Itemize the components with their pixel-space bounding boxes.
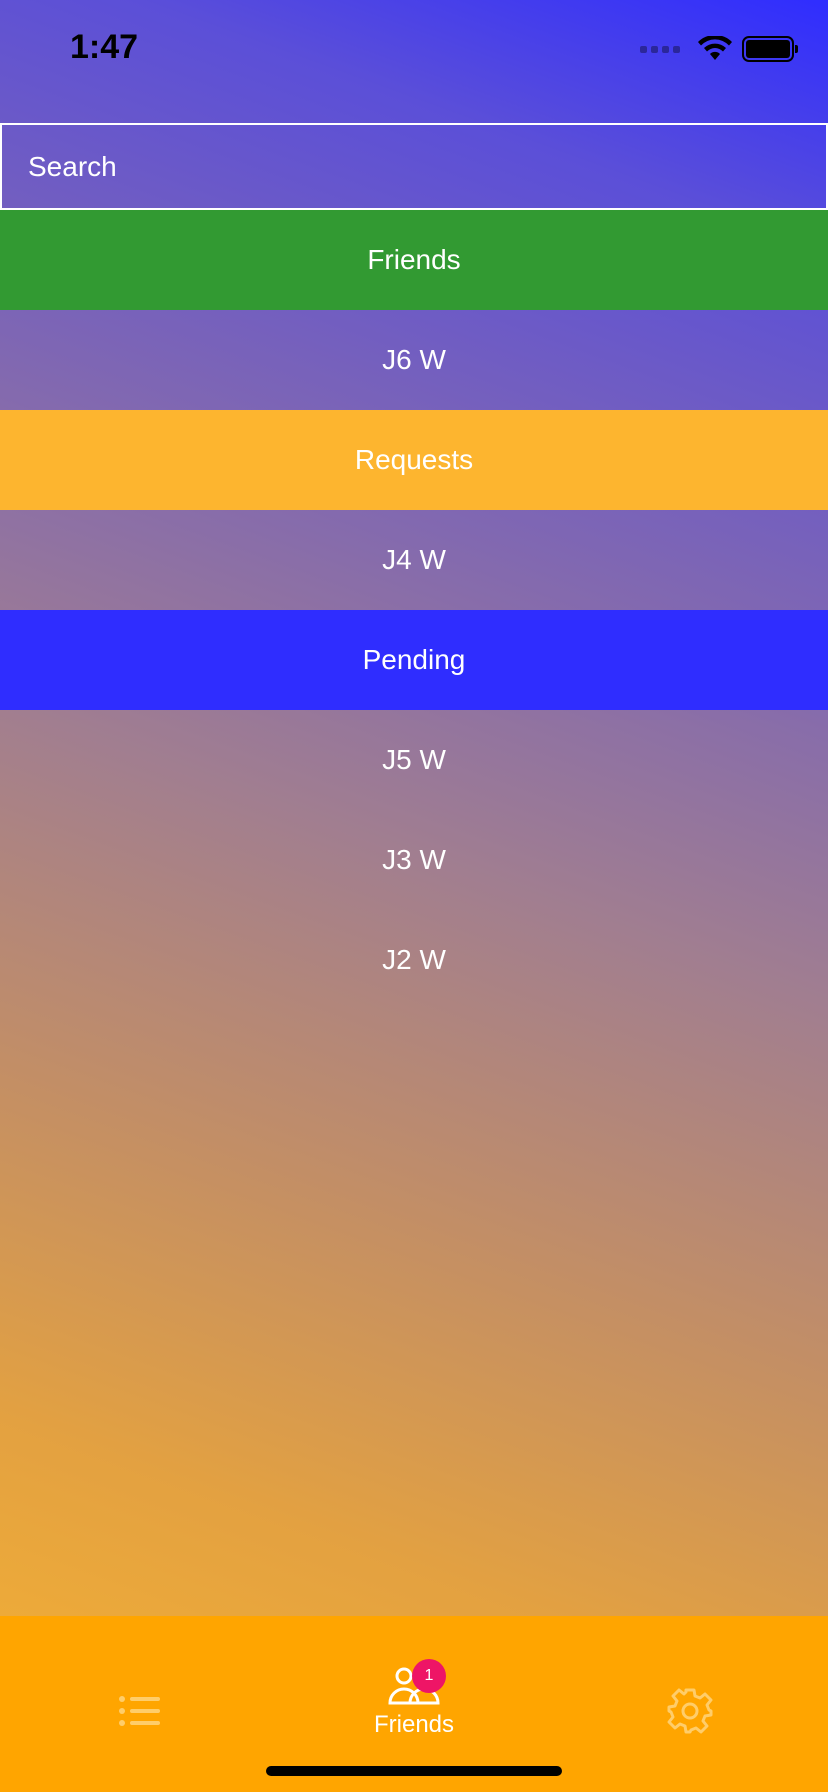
signal-icon — [640, 45, 680, 53]
status-icons — [640, 36, 798, 62]
home-indicator — [266, 1766, 562, 1776]
notification-badge: 1 — [412, 1659, 446, 1693]
wifi-icon — [698, 36, 732, 60]
list-item[interactable]: J3 W — [0, 810, 828, 910]
status-time: 1:47 — [70, 28, 139, 66]
battery-icon — [742, 36, 798, 62]
list-item[interactable]: J4 W — [0, 510, 828, 610]
list-item[interactable]: J6 W — [0, 310, 828, 410]
status-bar: 1:47 — [0, 0, 828, 110]
section-header-pending: Pending — [0, 610, 828, 710]
list-item[interactable]: J2 W — [0, 910, 828, 1010]
tab-list[interactable] — [100, 1656, 180, 1766]
friends-list: Friends J6 W Requests J4 W Pending J5 W … — [0, 210, 828, 1010]
tab-friends[interactable]: 1 Friends — [340, 1644, 488, 1754]
section-header-requests: Requests — [0, 410, 828, 510]
gear-icon — [667, 1688, 713, 1734]
list-item[interactable]: J5 W — [0, 710, 828, 810]
list-icon — [119, 1696, 160, 1726]
search-input[interactable] — [0, 123, 828, 210]
section-header-friends: Friends — [0, 210, 828, 310]
tab-settings[interactable] — [650, 1656, 730, 1766]
tab-label-friends: Friends — [373, 1711, 455, 1738]
